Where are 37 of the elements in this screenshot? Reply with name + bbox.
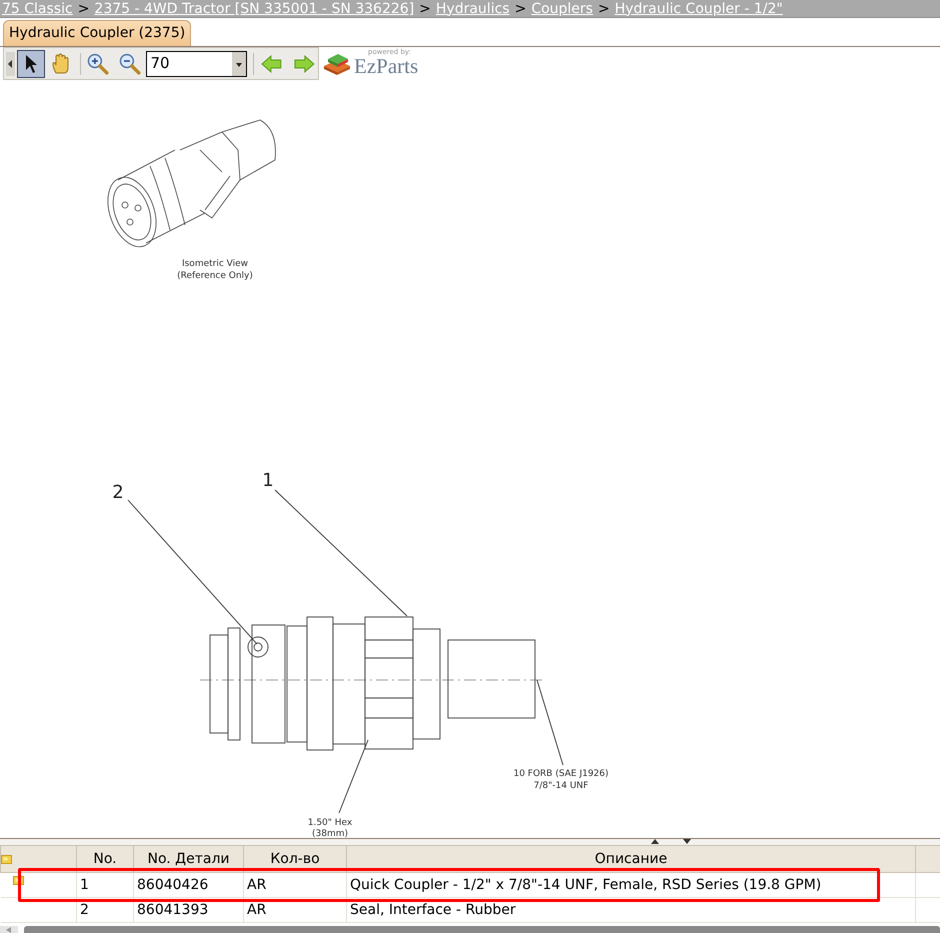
logo-wordmark: EzParts [354,56,418,77]
hex-size-note: (38mm) [312,829,348,838]
breadcrumb-separator: > [419,2,431,16]
table-cell: 2 [80,902,89,918]
horizontal-scrollbar[interactable] [24,926,940,933]
breadcrumb-separator: > [78,2,90,16]
hex-size-note: 1.50" Hex [308,818,352,828]
table-cell: 1 [80,876,89,892]
scroll-left-icon[interactable] [6,52,15,76]
pointer-tool-button[interactable] [17,50,45,78]
forward-arrow-icon[interactable] [292,52,316,74]
pointer-icon [24,54,38,74]
table-cell: AR [247,876,266,892]
tab[interactable]: Hydraulic Coupler (2375) [3,20,192,46]
table-cell: 86040426 [137,876,208,892]
table-cell: Quick Coupler - 1/2" x 7/8"-14 UNF, Female, RSD Series (19.8 GPM) [350,876,822,892]
zoom-out-icon[interactable] [118,52,142,76]
port-thread-note: 10 FORB (SAE J1926) [513,769,609,779]
callout-number: 2 [112,482,124,503]
zoom-value: 70 [149,53,171,74]
table-cell: 86041393 [137,902,208,918]
zoom-dropdown[interactable]: 70 [146,50,248,76]
back-arrow-icon[interactable] [260,52,284,74]
dropdown-caret-icon[interactable] [232,52,246,76]
hand-icon [51,52,71,74]
isometric-caption: Isometric View [182,259,248,269]
port-thread-note: 7/8"-14 UNF [534,781,588,791]
isometric-caption: (Reference Only) [177,271,253,281]
breadcrumb-separator: > [598,2,610,16]
table-cell: Seal, Interface - Rubber [350,902,516,918]
table-cell: AR [247,902,266,918]
column-header[interactable]: Описание [594,851,668,867]
part-marker-icon [1,854,12,864]
zoom-in-icon[interactable] [86,52,110,76]
callout-number: 1 [262,470,274,491]
breadcrumb-separator: > [514,2,526,16]
splitter-bar[interactable] [0,838,940,845]
